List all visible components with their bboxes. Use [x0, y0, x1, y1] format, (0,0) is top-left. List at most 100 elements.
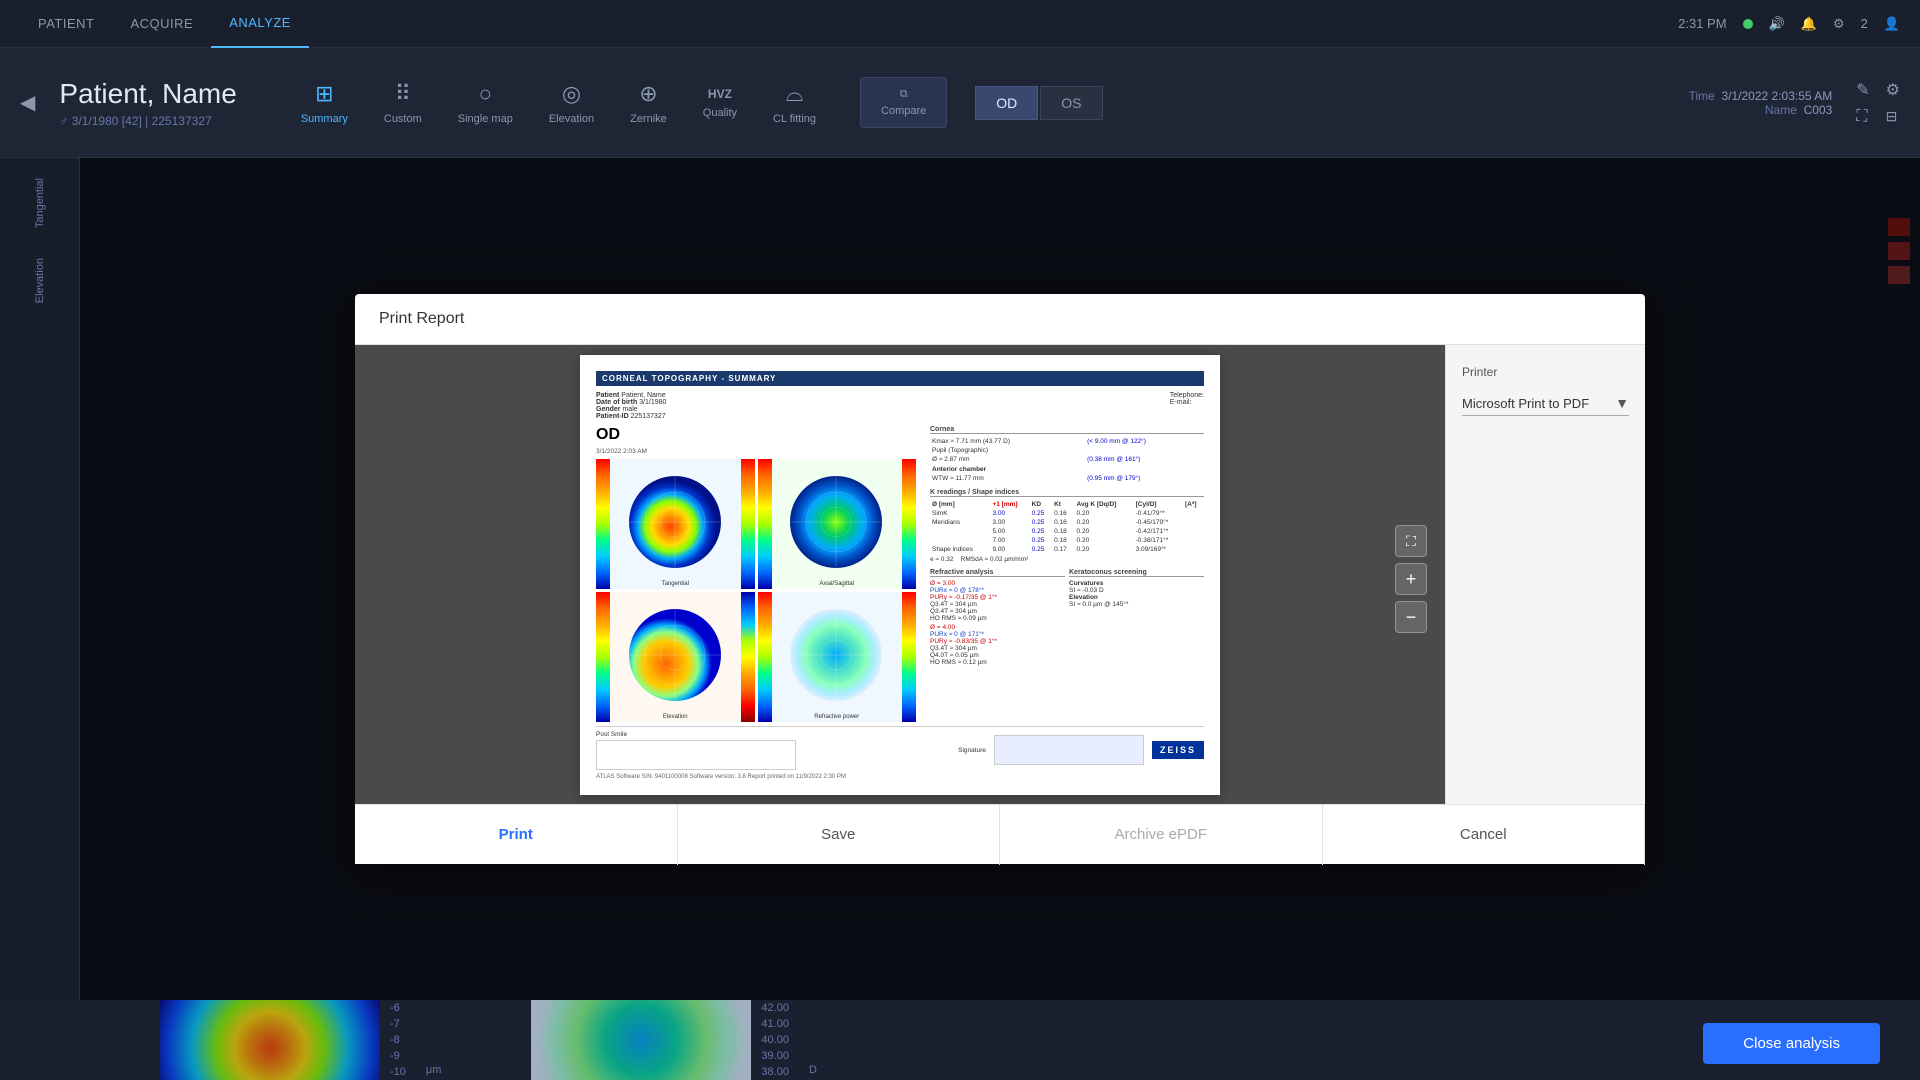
post-smile-box — [596, 740, 796, 770]
map-refractive: Refractive power — [758, 592, 917, 722]
fullscreen-icon[interactable]: ⛶ — [1856, 108, 1869, 126]
user-icon: 👤 — [1884, 16, 1900, 32]
split-icon[interactable]: ⊟ — [1886, 108, 1900, 125]
refractive-section: Refractive analysis Ø = 3.00 PURx ≈ 0 @ … — [930, 569, 1065, 666]
modal-right-panel: Printer Microsoft Print to PDF ▼ — [1445, 345, 1645, 804]
nav-acquire[interactable]: ACQUIRE — [112, 0, 211, 48]
patient-meta: ♂ 3/1/1980 [42] | 225137327 — [59, 114, 236, 128]
toolbar-custom[interactable]: ⠿ Custom — [368, 73, 438, 133]
colorbar-left-4 — [758, 592, 772, 722]
report-maps-grid: Tangential — [596, 459, 916, 722]
scale-num-r3: 40.00 — [761, 1034, 789, 1046]
back-button[interactable]: ◀ — [20, 90, 35, 115]
gear-icon[interactable]: ⚙ — [1886, 80, 1900, 100]
cancel-button[interactable]: Cancel — [1323, 805, 1646, 865]
report-footer-text: ATLAS Software S/N: 9401100008 Software … — [596, 774, 1204, 780]
report-header-bar: CORNEAL TOPOGRAPHY - SUMMARY — [596, 371, 1204, 386]
clock-time: 2:31 PM — [1678, 16, 1726, 31]
colorbar-left-2 — [758, 459, 772, 589]
colorbar-right-3 — [741, 592, 755, 722]
compare-button[interactable]: ⧉ Compare — [860, 77, 947, 128]
print-button[interactable]: Print — [355, 805, 678, 865]
keratoconus-data: Curvatures SI ≈ -0.03 D Elevation SI ≈ 0… — [1069, 580, 1204, 608]
map-elevation: Elevation — [596, 592, 755, 722]
sidebar-item-tangential[interactable]: Tangential — [34, 178, 46, 228]
report-document: CORNEAL TOPOGRAPHY - SUMMARY Patient Pat… — [580, 355, 1220, 795]
printer-label: Printer — [1462, 365, 1629, 379]
summary-icon: ⊞ — [315, 81, 333, 107]
scale-unit-right: D — [799, 1064, 827, 1080]
close-analysis-button[interactable]: Close analysis — [1703, 1023, 1880, 1064]
rpt-id-label: Patient-ID — [596, 413, 629, 420]
report-scan-time: 3/1/2022 2:03 AM — [596, 448, 916, 455]
right-icons-2: ⚙ ⊟ — [1886, 80, 1900, 125]
report-footer: Post Smile Signature ZEISS — [596, 726, 1204, 770]
rpt-dob-val: 3/1/1980 — [639, 399, 666, 406]
rpt-email: E-mail: — [1170, 399, 1204, 406]
edit-icon[interactable]: ✎ — [1856, 80, 1869, 100]
toolbar-clfitting[interactable]: ⌓ CL fitting — [757, 73, 832, 133]
rpt-telephone: Telephone: — [1170, 392, 1204, 399]
singlemap-label: Single map — [458, 113, 513, 125]
topo-svg-4 — [789, 608, 884, 703]
expand-button[interactable]: ⛶ — [1395, 525, 1427, 557]
custom-icon: ⠿ — [395, 81, 411, 107]
screen-bottom-bar: -6 -7 -8 -9 -10 μm 42.00 41.00 40.00 39.… — [0, 1000, 1920, 1080]
toolbar-quality[interactable]: HVZ Quality — [687, 79, 753, 127]
zernike-label: Zernike — [630, 113, 667, 125]
quality-icon: HVZ — [708, 87, 732, 101]
printer-value: Microsoft Print to PDF — [1462, 396, 1589, 411]
modal-header: Print Report — [355, 294, 1645, 345]
elevation-map-label: Elevation — [663, 714, 688, 720]
zoom-controls: ⛶ + − — [1395, 525, 1427, 633]
rpt-gender-label: Gender — [596, 406, 621, 413]
preview-area: CORNEAL TOPOGRAPHY - SUMMARY Patient Pat… — [355, 345, 1445, 804]
sidebar: Tangential Elevation — [0, 158, 80, 1080]
modal-overlay[interactable]: Print Report CORNEAL TOPOGRAPHY - SUMMAR… — [80, 158, 1920, 1000]
printer-select[interactable]: Microsoft Print to PDF ▼ — [1462, 391, 1629, 416]
time-label: Time — [1689, 89, 1715, 103]
scale-num-r2: 41.00 — [761, 1018, 789, 1030]
refractive-data: Ø = 3.00 PURx ≈ 0 @ 178°* PURy ≈ -0.17/3… — [930, 580, 1065, 666]
scale-num-r4: 39.00 — [761, 1050, 789, 1062]
scale-num-3: -8 — [390, 1034, 406, 1046]
scale-numbers-left: -6 -7 -8 -9 -10 — [380, 1000, 416, 1080]
rpt-patient-val: Patient, Name — [621, 392, 665, 399]
toolbar-singlemap[interactable]: ○ Single map — [442, 73, 529, 133]
nav-patient[interactable]: PATIENT — [20, 0, 112, 48]
signature-field — [994, 735, 1144, 765]
save-button[interactable]: Save — [678, 805, 1001, 865]
bottom-topo-1 — [160, 1000, 380, 1080]
colorbar-left-3 — [596, 592, 610, 722]
colorbar-right-1 — [741, 459, 755, 589]
os-button[interactable]: OS — [1040, 86, 1102, 120]
top-navigation: PATIENT ACQUIRE ANALYZE 2:31 PM 🔊 🔔 ⚙ 2 … — [0, 0, 1920, 48]
rpt-id-val: 225137327 — [631, 413, 666, 420]
nav-analyze[interactable]: ANALYZE — [211, 0, 309, 48]
sidebar-item-elevation[interactable]: Elevation — [34, 258, 46, 303]
refractive-title: Refractive analysis — [930, 569, 1065, 577]
name-value: C003 — [1804, 103, 1833, 117]
modal-body: CORNEAL TOPOGRAPHY - SUMMARY Patient Pat… — [355, 345, 1645, 804]
indices-section: K readings / Shape indices Ø [mm]+1 [mm]… — [930, 489, 1204, 563]
toolbar-elevation[interactable]: ◎ Elevation — [533, 73, 610, 133]
cornea-section: Cornea Kmax ≈ 7.71 mm (43.77 D)(< 9.00 m… — [930, 426, 1204, 483]
clfitting-label: CL fitting — [773, 113, 816, 125]
analysis-sections: Refractive analysis Ø = 3.00 PURx ≈ 0 @ … — [930, 569, 1204, 672]
topo-svg-1 — [628, 475, 723, 570]
zoom-out-button[interactable]: − — [1395, 601, 1427, 633]
summary-label: Summary — [301, 113, 348, 125]
report-od-label: OD — [596, 426, 916, 444]
toolbar-zernike[interactable]: ⊕ Zernike — [614, 73, 683, 133]
keratoconus-section: Keratoconus screening Curvatures SI ≈ -0… — [1069, 569, 1204, 666]
tangential-map-label: Tangential — [662, 581, 689, 587]
od-button[interactable]: OD — [975, 86, 1038, 120]
indices-title: K readings / Shape indices — [930, 489, 1204, 497]
archive-epdf-button[interactable]: Archive ePDF — [1000, 805, 1323, 865]
compare-label: Compare — [881, 105, 926, 117]
scale-num-5: -10 — [390, 1066, 406, 1078]
zoom-in-button[interactable]: + — [1395, 563, 1427, 595]
compare-icon: ⧉ — [900, 88, 908, 101]
toolbar-summary[interactable]: ⊞ Summary — [285, 73, 364, 133]
toolbar-icons: ⊞ Summary ⠿ Custom ○ Single map ◎ Elevat… — [285, 73, 832, 133]
